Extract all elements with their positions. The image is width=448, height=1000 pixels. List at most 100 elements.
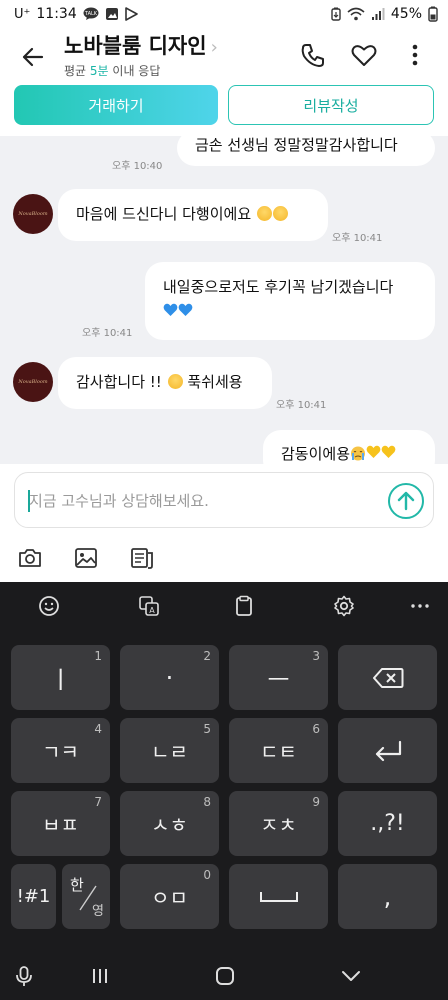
keyboard: A ㅣ1 · 2 ㅡ3 ㄱㅋ 4 ㄴㄹ 5 ㄷㅌ 6 ㅂㅍ 7 ㅅㅎ 8 ㅈㅊ 9 .,?! …: [0, 582, 448, 1000]
home-icon: [216, 967, 234, 985]
back-button[interactable]: [18, 42, 48, 72]
chevron-down-icon: [342, 971, 360, 981]
document-icon: [131, 548, 153, 569]
message-text: 금손 선생님 정말정말감사합니다: [195, 136, 398, 154]
more-vertical-icon: [412, 44, 418, 66]
message-text: 내일중으로저도 후기꼭 남기겠습니다: [163, 278, 394, 296]
svg-text:A: A: [149, 606, 155, 615]
avatar[interactable]: NovaBloom: [13, 362, 53, 402]
arrow-left-icon: [22, 47, 44, 67]
key-label: ㅇㅁ: [151, 886, 188, 910]
key-6[interactable]: ㄷㅌ 6: [229, 718, 328, 783]
key-number: 3: [312, 649, 320, 663]
wifi-icon: [347, 7, 365, 21]
language-switch-key[interactable]: 한 영: [62, 864, 110, 929]
message-input[interactable]: [29, 487, 379, 515]
page-title: 노바블룸 디자인: [64, 34, 207, 58]
call-button[interactable]: [298, 40, 328, 70]
avatar[interactable]: NovaBloom: [13, 194, 53, 234]
message-text: 마음에 드신다니 다행이에요: [76, 205, 252, 223]
punctuation-key[interactable]: .,?!: [338, 791, 437, 856]
expert-name-link[interactable]: 노바블룸 디자인 ›: [64, 30, 218, 60]
pleading-face-emoji-icon: [167, 374, 183, 389]
blue-heart-emoji-icon: [163, 303, 178, 316]
hide-keyboard-button[interactable]: [339, 964, 363, 988]
system-nav-bar: [0, 952, 448, 1000]
space-icon: [259, 891, 298, 902]
message-text: 감동이에용: [281, 445, 351, 463]
key-4[interactable]: ㄱㅋ 4: [11, 718, 110, 783]
voice-input-button[interactable]: [12, 964, 36, 988]
key-number: 2: [203, 649, 211, 663]
key-3[interactable]: ㅡ3: [229, 645, 328, 710]
key-number: 9: [312, 795, 320, 809]
key-number: 5: [203, 722, 211, 736]
pleading-face-emoji-icon: [272, 206, 288, 221]
response-time: 평균 5분 이내 응답: [64, 62, 160, 79]
message-input-bar: [14, 472, 434, 528]
translate-icon: A: [139, 596, 159, 616]
enter-icon: [375, 740, 401, 761]
comma-key[interactable]: ,: [338, 864, 437, 929]
battery-icon: [428, 6, 438, 22]
more-menu-button[interactable]: [400, 40, 430, 70]
key-7[interactable]: ㅂㅍ 7: [11, 791, 110, 856]
recent-apps-button[interactable]: [88, 964, 112, 988]
blue-heart-emoji-icon: [178, 303, 193, 316]
key-label: ,: [383, 882, 392, 911]
key-0[interactable]: ㅇㅁ 0: [120, 864, 219, 929]
enter-key[interactable]: [338, 718, 437, 783]
crying-face-emoji-icon: [351, 446, 366, 461]
avatar-logo-text: NovaBloom: [18, 379, 48, 385]
home-button[interactable]: [213, 964, 237, 988]
key-2[interactable]: · 2: [120, 645, 219, 710]
key-label: ㅡ: [267, 666, 290, 694]
response-time-value: 5분: [89, 64, 109, 78]
key-1[interactable]: ㅣ1: [11, 645, 110, 710]
play-store-icon: [124, 7, 138, 21]
key-number: 1: [94, 649, 102, 663]
slash-icon: [79, 885, 97, 911]
key-label: ㅅㅎ: [151, 813, 188, 837]
message-text-continued: 푹쉬세용: [182, 373, 243, 391]
message-time: 오후 10:41: [332, 233, 383, 244]
talk-icon: TALK: [83, 7, 99, 21]
translate-button[interactable]: A: [137, 594, 161, 618]
clipboard-icon: [236, 595, 252, 616]
quote-request-button[interactable]: [128, 544, 156, 572]
like-button[interactable]: [349, 40, 379, 70]
message-bubble-outgoing: 내일중으로저도 후기꼭 남기겠습니다: [145, 262, 435, 340]
message-time: 오후 10:40: [112, 161, 163, 172]
keyboard-toolbar: A: [0, 582, 448, 630]
message-bubble-incoming: 감사합니다 !! 푹쉬세용: [58, 357, 272, 409]
key-label: ㅣ: [49, 666, 72, 694]
message-bubble-outgoing: 감동이에용: [263, 430, 435, 464]
send-button[interactable]: [387, 482, 425, 520]
key-label: ㄱㅋ: [42, 740, 79, 764]
key-label: ·: [165, 663, 174, 692]
lang-english-label: 영: [92, 904, 104, 919]
space-key[interactable]: [229, 864, 328, 929]
key-9[interactable]: ㅈㅊ 9: [229, 791, 328, 856]
camera-button[interactable]: [16, 544, 44, 572]
deal-button[interactable]: 거래하기: [14, 85, 218, 125]
backspace-key[interactable]: [338, 645, 437, 710]
keyboard-more-button[interactable]: [408, 594, 432, 618]
image-icon: [75, 548, 97, 568]
more-horizontal-icon: [411, 604, 429, 608]
message-text: 감사합니다 !!: [76, 373, 167, 391]
key-number: 0: [203, 868, 211, 882]
keyboard-settings-button[interactable]: [332, 594, 356, 618]
message-time: 오후 10:41: [276, 400, 327, 411]
chat-messages[interactable]: 금손 선생님 정말정말감사합니다 오후 10:40 NovaBloom 마음에 …: [0, 136, 448, 464]
clipboard-button[interactable]: [232, 594, 256, 618]
key-8[interactable]: ㅅㅎ 8: [120, 791, 219, 856]
heart-icon: [351, 45, 377, 66]
key-5[interactable]: ㄴㄹ 5: [120, 718, 219, 783]
emoji-button[interactable]: [37, 594, 61, 618]
gallery-button[interactable]: [72, 544, 100, 572]
key-number: 8: [203, 795, 211, 809]
write-review-button[interactable]: 리뷰작성: [228, 85, 434, 125]
key-number: 6: [312, 722, 320, 736]
symbols-key[interactable]: !#1: [11, 864, 56, 929]
